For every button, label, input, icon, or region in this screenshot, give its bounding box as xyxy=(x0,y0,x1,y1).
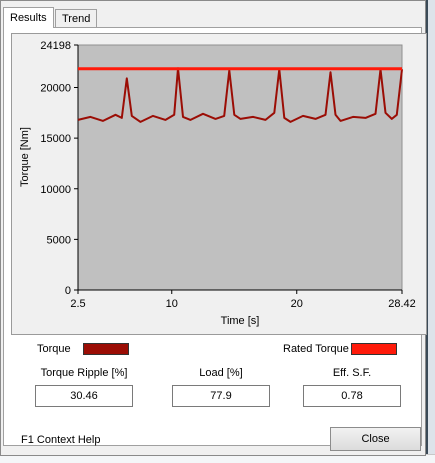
load-label: Load [%] xyxy=(199,367,243,379)
context-help-text: F1 Context Help xyxy=(21,434,101,446)
legend-torque-label: Torque xyxy=(37,343,71,355)
eff-sf-label: Eff. S.F. xyxy=(332,367,372,379)
load-field: 77.9 xyxy=(172,385,270,407)
y-tick-label: 5000 xyxy=(47,234,71,246)
legend-rated-swatch xyxy=(351,343,397,355)
y-axis-label: Torque [Nm] xyxy=(19,127,31,187)
tab-results[interactable]: Results xyxy=(3,7,54,28)
x-tick-label: 20 xyxy=(291,298,303,310)
legend-torque-swatch xyxy=(83,343,129,355)
background-window-edge xyxy=(428,0,435,462)
close-button[interactable]: Close xyxy=(330,427,421,451)
y-tick-label: 24198 xyxy=(40,40,71,52)
y-tick-label: 10000 xyxy=(40,184,71,196)
torque-chart: 0 5000 10000 15000 20000 24198 2.5 10 20 28.42 Ti… xyxy=(19,40,416,327)
results-dialog: Results Trend 0 5000 10000 15000 20000 24198 2… xyxy=(0,0,427,456)
y-tick-label: 20000 xyxy=(40,83,71,95)
legend-rated-label: Rated Torque xyxy=(283,343,349,355)
torque-ripple-label: Torque Ripple [%] xyxy=(40,367,128,379)
y-tick-label: 15000 xyxy=(40,133,71,145)
tab-trend[interactable]: Trend xyxy=(55,9,98,27)
y-tick-label: 0 xyxy=(65,285,71,297)
torque-chart-frame: 0 5000 10000 15000 20000 24198 2.5 10 20 28.42 Ti… xyxy=(11,33,427,335)
torque-ripple-field: 30.46 xyxy=(35,385,133,407)
x-tick-label: 2.5 xyxy=(70,298,85,310)
x-axis-label: Time [s] xyxy=(221,315,260,327)
x-tick-label: 28.42 xyxy=(388,298,416,310)
x-tick-label: 10 xyxy=(166,298,178,310)
eff-sf-field: 0.78 xyxy=(303,385,401,407)
